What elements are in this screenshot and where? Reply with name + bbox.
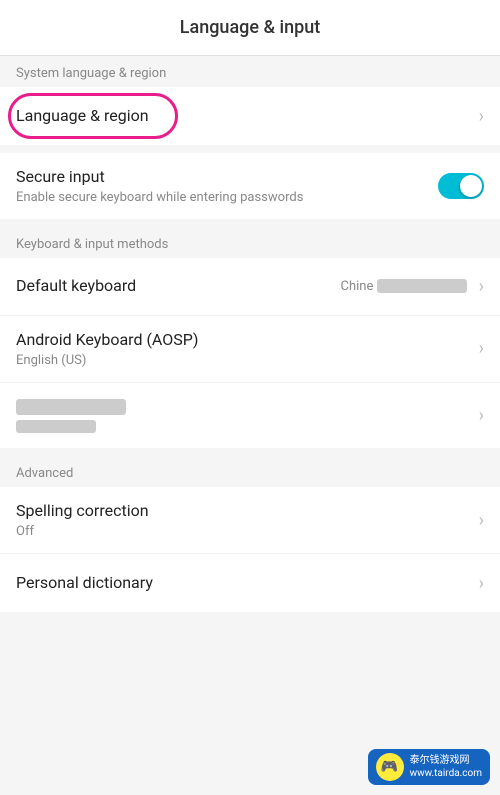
blurred-value	[377, 279, 467, 293]
blurred-keyboard-content	[16, 397, 471, 435]
keyboard-methods-group: Default keyboard Chine › Android Keyboar…	[0, 258, 500, 449]
blurred-keyboard-title	[16, 397, 471, 418]
default-keyboard-right: Chine ›	[341, 276, 485, 297]
android-keyboard-right: ›	[471, 338, 484, 359]
blurred-keyboard-item[interactable]: ›	[0, 383, 500, 449]
blurred-keyboard-right: ›	[471, 405, 484, 426]
secure-input-group: Secure input Enable secure keyboard whil…	[0, 153, 500, 219]
spelling-correction-right: ›	[471, 510, 484, 531]
spelling-correction-item[interactable]: Spelling correction Off ›	[0, 487, 500, 554]
section-label-keyboard: Keyboard & input methods	[0, 227, 500, 258]
android-keyboard-subtitle: English (US)	[16, 353, 471, 368]
secure-input-subtitle: Enable secure keyboard while entering pa…	[16, 190, 438, 205]
language-region-content: Language & region	[16, 106, 471, 127]
android-keyboard-content: Android Keyboard (AOSP) English (US)	[16, 330, 471, 368]
watermark-icon: 🎮	[376, 753, 404, 781]
chevron-icon: ›	[479, 276, 484, 297]
default-keyboard-content: Default keyboard	[16, 276, 341, 297]
watermark-text: 泰尔钱游戏网 www.tairda.com	[410, 754, 482, 780]
header: Language & input	[0, 0, 500, 56]
blurred-keyboard-subtitle	[16, 419, 471, 434]
default-keyboard-title: Default keyboard	[16, 276, 341, 297]
secure-input-content: Secure input Enable secure keyboard whil…	[16, 167, 438, 205]
chevron-icon: ›	[479, 338, 484, 359]
spelling-correction-subtitle: Off	[16, 524, 471, 539]
language-region-title: Language & region	[16, 106, 471, 127]
section-label-advanced: Advanced	[0, 456, 500, 487]
chevron-icon: ›	[479, 106, 484, 127]
chevron-icon: ›	[479, 573, 484, 594]
android-keyboard-title: Android Keyboard (AOSP)	[16, 330, 471, 351]
chevron-icon: ›	[479, 405, 484, 426]
secure-input-item[interactable]: Secure input Enable secure keyboard whil…	[0, 153, 500, 219]
secure-input-toggle[interactable]	[438, 173, 484, 199]
personal-dictionary-right: ›	[471, 573, 484, 594]
language-region-right: ›	[471, 106, 484, 127]
language-region-group: Language & region ›	[0, 87, 500, 145]
default-keyboard-value: Chine	[341, 279, 467, 294]
page-title: Language & input	[180, 17, 320, 38]
secure-input-title: Secure input	[16, 167, 438, 188]
advanced-group: Spelling correction Off › Personal dicti…	[0, 487, 500, 612]
spelling-correction-content: Spelling correction Off	[16, 501, 471, 539]
watermark: 🎮 泰尔钱游戏网 www.tairda.com	[368, 749, 490, 785]
personal-dictionary-item[interactable]: Personal dictionary ›	[0, 554, 500, 612]
blurred-title-text	[16, 399, 126, 415]
spelling-correction-title: Spelling correction	[16, 501, 471, 522]
personal-dictionary-title: Personal dictionary	[16, 573, 471, 594]
chevron-icon: ›	[479, 510, 484, 531]
language-region-item[interactable]: Language & region ›	[0, 87, 500, 145]
personal-dictionary-content: Personal dictionary	[16, 573, 471, 594]
toggle-knob	[460, 175, 482, 197]
toggle-container[interactable]	[438, 173, 484, 199]
default-keyboard-item[interactable]: Default keyboard Chine ›	[0, 258, 500, 316]
section-label-system-language: System language & region	[0, 56, 500, 87]
android-keyboard-item[interactable]: Android Keyboard (AOSP) English (US) ›	[0, 316, 500, 383]
blurred-subtitle-text	[16, 420, 96, 433]
